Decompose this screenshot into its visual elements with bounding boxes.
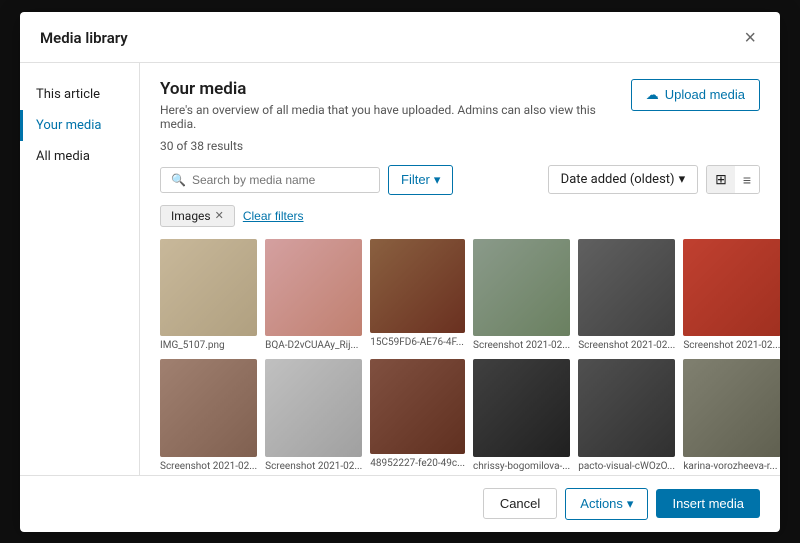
close-button[interactable]: × (740, 26, 760, 50)
view-toggle: ⊞ ≡ (706, 165, 760, 194)
content-description: Here's an overview of all media that you… (160, 103, 631, 131)
actions-button[interactable]: Actions ▾ (565, 488, 648, 520)
media-item-name: Screenshot 2021-02... (683, 340, 780, 351)
media-item[interactable]: pacto-visual-cWOzO... (578, 359, 675, 472)
modal-title: Media library (40, 29, 128, 47)
media-item-name: Screenshot 2021-02... (265, 461, 362, 472)
media-grid: IMG_5107.png BQA-D2vCUAAy_Rij... 15C59FD6-… (160, 239, 760, 475)
images-filter-tag: Images ✕ (160, 205, 235, 227)
media-item[interactable]: chrissy-bogomilova-... (473, 359, 570, 472)
upload-cloud-icon: ☁ (646, 87, 659, 103)
media-item[interactable]: karina-vorozheeva-r... (683, 359, 780, 472)
filter-button[interactable]: Filter ▾ (388, 165, 453, 195)
media-item-name: BQA-D2vCUAAy_Rij... (265, 340, 362, 351)
media-library-modal: Media library × This article Your media … (20, 12, 780, 532)
media-item-name: Screenshot 2021-02... (578, 340, 675, 351)
media-item-name: Screenshot 2021-02... (160, 461, 257, 472)
media-item-name: 48952227-fe20-49c... (370, 458, 465, 469)
media-item[interactable]: Screenshot 2021-02... (683, 239, 780, 352)
upload-media-button[interactable]: ☁ Upload media (631, 79, 760, 111)
media-item[interactable]: IMG_5107.png (160, 239, 257, 352)
media-item[interactable]: Screenshot 2021-02... (160, 359, 257, 472)
media-item[interactable]: BQA-D2vCUAAy_Rij... (265, 239, 362, 352)
media-item-name: karina-vorozheeva-r... (683, 461, 780, 472)
insert-media-button[interactable]: Insert media (656, 489, 760, 518)
filter-tags: Images ✕ Clear filters (160, 205, 760, 227)
search-input[interactable] (192, 173, 369, 187)
media-item[interactable]: 48952227-fe20-49c... (370, 359, 465, 472)
media-item[interactable]: 15C59FD6-AE76-4F... (370, 239, 465, 352)
sort-chevron-icon: ▾ (679, 172, 686, 187)
modal-footer: Cancel Actions ▾ Insert media (20, 475, 780, 532)
media-item-name: Screenshot 2021-02... (473, 340, 570, 351)
modal-overlay: Media library × This article Your media … (0, 0, 800, 543)
media-item-name: pacto-visual-cWOzO... (578, 461, 675, 472)
modal-body: This article Your media All media Your m… (20, 63, 780, 475)
remove-images-filter[interactable]: ✕ (215, 209, 224, 222)
media-item-name: chrissy-bogomilova-... (473, 461, 570, 472)
media-item[interactable]: Screenshot 2021-02... (265, 359, 362, 472)
results-count: 30 of 38 results (160, 139, 760, 153)
toolbar: 🔍 Filter ▾ Date added (oldest) ▾ ⊞ ≡ (160, 165, 760, 195)
media-item-name: IMG_5107.png (160, 340, 257, 351)
actions-chevron-icon: ▾ (627, 496, 634, 512)
clear-filters-button[interactable]: Clear filters (243, 209, 304, 223)
media-item[interactable]: Screenshot 2021-02... (578, 239, 675, 352)
modal-header: Media library × (20, 12, 780, 63)
list-view-button[interactable]: ≡ (735, 166, 759, 193)
sort-select[interactable]: Date added (oldest) ▾ (548, 165, 698, 194)
search-box[interactable]: 🔍 (160, 167, 380, 193)
media-item[interactable]: Screenshot 2021-02... (473, 239, 570, 352)
sidebar-item-this-article[interactable]: This article (20, 79, 139, 110)
cancel-button[interactable]: Cancel (483, 488, 557, 519)
sidebar-item-all-media[interactable]: All media (20, 141, 139, 172)
main-content: Your media Here's an overview of all med… (140, 63, 780, 475)
sidebar: This article Your media All media (20, 63, 140, 475)
sidebar-item-your-media[interactable]: Your media (20, 110, 139, 141)
content-header: Your media Here's an overview of all med… (160, 79, 760, 131)
search-icon: 🔍 (171, 173, 186, 187)
media-item-name: 15C59FD6-AE76-4F... (370, 337, 465, 348)
grid-view-button[interactable]: ⊞ (707, 166, 735, 193)
content-title: Your media (160, 79, 631, 99)
filter-chevron-icon: ▾ (434, 172, 441, 188)
